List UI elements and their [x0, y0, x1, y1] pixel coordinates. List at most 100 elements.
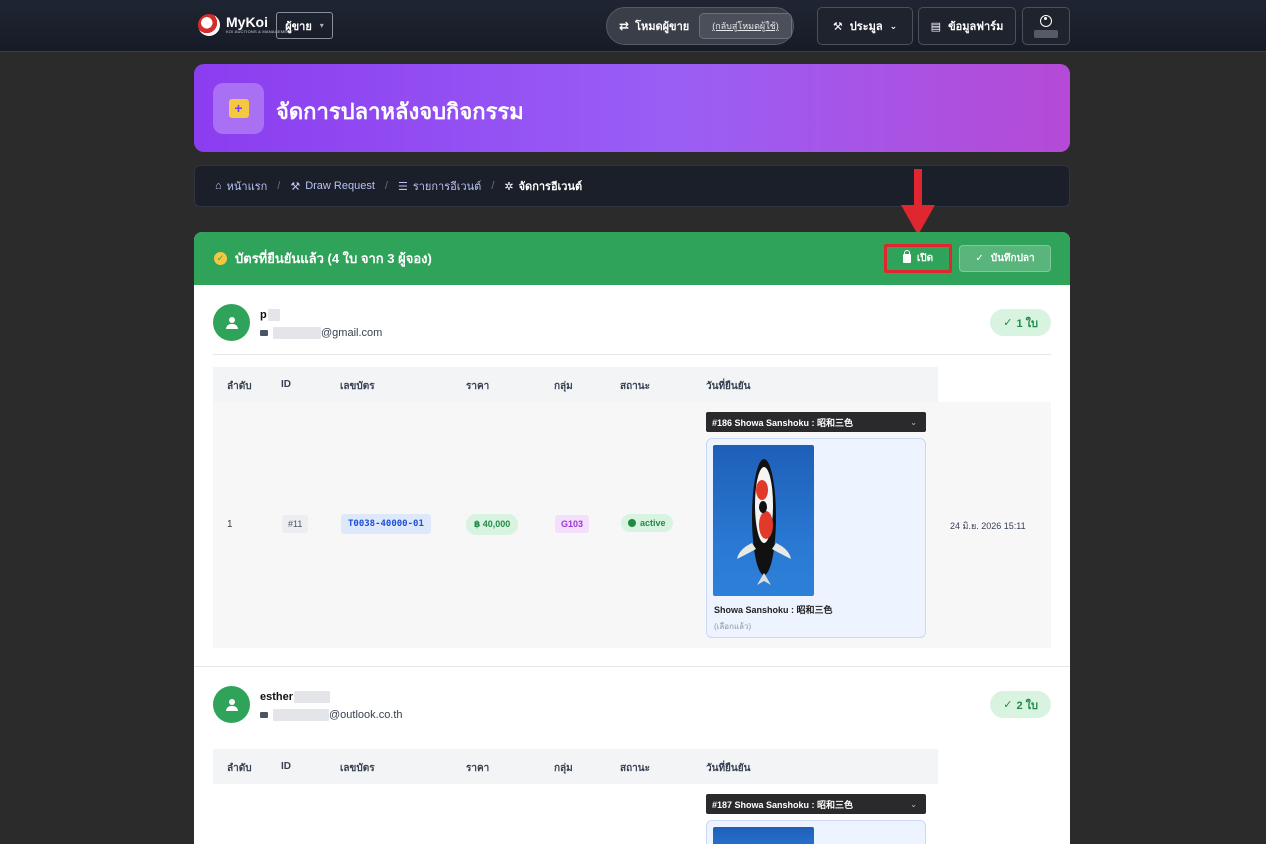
check-icon: ✓: [1003, 317, 1013, 329]
bidder-group: p @gmail.com ✓ 1 ใบ ลำดับ ID เลขบัตร ราค…: [213, 304, 1051, 648]
col-ticket: เลขบัตร: [340, 381, 375, 392]
bidder-name: esther: [260, 691, 331, 703]
koi-photo: [713, 827, 814, 844]
col-id: ID: [281, 379, 291, 390]
farm-info-label: ข้อมูลฟาร์ม: [948, 21, 1004, 33]
col-group: กลุ่ม: [554, 381, 573, 392]
ticket-count-badge: ✓ 1 ใบ: [990, 309, 1051, 336]
fish-select[interactable]: #187 Showa Sanshoku : 昭和三色 ⌄: [706, 794, 926, 814]
col-order: ลำดับ: [227, 381, 252, 392]
top-navbar: MyKoi KOI AUCTIONS & MANAGEMENT ผู้ขาย ▾…: [0, 0, 1266, 52]
selected-fish-card: Showa Sanshoku : 昭和三色 (เลือกแล้ว): [706, 438, 926, 638]
check-icon: ✓: [1003, 699, 1013, 711]
bidder-email: @outlook.co.th: [260, 709, 403, 721]
breadcrumb-separator: /: [277, 180, 281, 192]
check-circle-icon: [628, 519, 636, 527]
fish-select-value: #187 Showa Sanshoku : 昭和三色: [712, 799, 854, 810]
breadcrumb-home[interactable]: ⌂ หน้าแรก: [215, 177, 267, 195]
col-price: ราคา: [466, 763, 490, 774]
row-ticket-number: T0038-40000-01: [341, 514, 431, 534]
breadcrumb-event-list[interactable]: ☰ รายการอีเวนต์: [398, 177, 481, 195]
col-confirmed-date: วันที่ยืนยัน: [706, 763, 751, 774]
row-group: G103: [555, 515, 590, 533]
fish-select[interactable]: #186 Showa Sanshoku : 昭和三色 ⌄: [706, 412, 926, 432]
swap-icon: ⇄: [619, 19, 630, 33]
breadcrumb-draw-request-label: Draw Request: [305, 180, 375, 192]
row-id: #11: [282, 515, 309, 533]
ticket-count-label: 2 ใบ: [1016, 699, 1038, 712]
role-select-value: ผู้ขาย: [285, 20, 312, 33]
table-header: ลำดับ ID เลขบัตร ราคา กลุ่ม สถานะ วันที่…: [213, 749, 938, 784]
calendar-plus-icon: [213, 83, 264, 134]
divider: [213, 354, 1051, 355]
col-order: ลำดับ: [227, 763, 252, 774]
breadcrumb-draw-request[interactable]: ⚒ Draw Request: [290, 180, 375, 193]
fish-selected-state: (เลือกแล้ว): [714, 622, 752, 631]
card-title: บัตรที่ยืนยันแล้ว (4 ใบ จาก 3 ผู้จอง): [235, 251, 432, 266]
col-id: ID: [281, 761, 291, 772]
check-icon: ✓: [975, 253, 984, 264]
col-group: กลุ่ม: [554, 763, 573, 774]
redacted-name: [294, 691, 331, 703]
mode-label: โหมดผู้ขาย: [635, 21, 690, 33]
breadcrumb-current: ✲ จัดการอีเวนต์: [504, 177, 582, 195]
ticket-count-label: 1 ใบ: [1016, 317, 1038, 330]
lock-open-icon: [902, 250, 911, 263]
breadcrumb: ⌂ หน้าแรก / ⚒ Draw Request / ☰ รายการอีเ…: [194, 165, 1070, 207]
redacted-email: [273, 327, 321, 339]
breadcrumb-home-label: หน้าแรก: [226, 181, 268, 193]
koi-photo: [713, 445, 814, 596]
card-header: ✓ บัตรที่ยืนยันแล้ว (4 ใบ จาก 3 ผู้จอง) …: [194, 232, 1070, 285]
annotation-arrow-icon: [901, 169, 935, 235]
bidder-info: esther @outlook.co.th ✓ 2 ใบ: [213, 686, 1051, 738]
save-fish-button[interactable]: ✓ บันทึกปลา: [959, 245, 1051, 272]
warehouse-icon: ▤: [930, 20, 942, 33]
user-menu-button[interactable]: [1022, 7, 1070, 45]
redacted-name: [267, 309, 280, 321]
bidder-email: @gmail.com: [260, 327, 382, 339]
table-header: ลำดับ ID เลขบัตร ราคา กลุ่ม สถานะ วันที่…: [213, 367, 938, 402]
role-select[interactable]: ผู้ขาย ▾: [276, 12, 333, 39]
table-row: #187 Showa Sanshoku : 昭和三色 ⌄: [213, 784, 1051, 844]
chevron-down-icon: ⌄: [910, 417, 917, 427]
fish-select-value: #186 Showa Sanshoku : 昭和三色: [712, 417, 854, 428]
list-icon: ☰: [397, 180, 408, 193]
bidder-email-domain: @gmail.com: [321, 327, 383, 339]
breadcrumb-event-list-label: รายการอีเวนต์: [412, 181, 482, 193]
user-avatar-icon: [213, 686, 250, 723]
envelope-icon: [260, 330, 268, 336]
chevron-down-icon: ⌄: [889, 20, 898, 31]
koi-logo-icon: [196, 10, 222, 38]
gavel-icon: ⚒: [290, 180, 301, 193]
row-status: active: [621, 514, 673, 532]
bidder-name-text: p: [260, 309, 267, 321]
row-price: ฿ 40,000: [466, 514, 519, 535]
col-confirmed-date: วันที่ยืนยัน: [706, 381, 751, 392]
open-button-label: เปิด: [916, 253, 934, 264]
bidder-info: p @gmail.com ✓ 1 ใบ: [213, 304, 1051, 356]
selected-fish-card: [706, 820, 926, 844]
envelope-icon: [260, 712, 268, 718]
confirmed-tickets-card: ✓ บัตรที่ยืนยันแล้ว (4 ใบ จาก 3 ผู้จอง) …: [194, 232, 1070, 844]
store-icon: ⌂: [215, 180, 222, 192]
ticket-count-badge: ✓ 2 ใบ: [990, 691, 1051, 718]
breadcrumb-separator: /: [491, 180, 495, 192]
redacted-username: [1034, 29, 1058, 38]
bidder-group: esther @outlook.co.th ✓ 2 ใบ ลำดับ ID เล…: [213, 686, 1051, 844]
group-divider: [194, 666, 1070, 667]
bidder-name: p: [260, 309, 280, 321]
gear-icon: ✲: [504, 180, 514, 193]
page-header-banner: จัดการปลาหลังจบกิจกรรม: [194, 64, 1070, 152]
farm-info-button[interactable]: ▤ ข้อมูลฟาร์ม: [918, 7, 1016, 45]
open-button[interactable]: เปิด: [884, 244, 952, 273]
mode-indicator: ⇄ โหมดผู้ขาย (กลับสู่โหมดผู้ใช้): [606, 7, 794, 45]
col-ticket: เลขบัตร: [340, 763, 375, 774]
breadcrumb-separator: /: [384, 180, 388, 192]
row-status-label: active: [640, 518, 666, 528]
auction-menu-button[interactable]: ⚒ ประมูล ⌄: [817, 7, 913, 45]
switch-to-user-mode-button[interactable]: (กลับสู่โหมดผู้ใช้): [699, 13, 792, 39]
bidder-name-text: esther: [260, 691, 294, 703]
bidder-email-domain: @outlook.co.th: [329, 709, 403, 721]
col-price: ราคา: [466, 381, 490, 392]
breadcrumb-current-label: จัดการอีเวนต์: [518, 181, 583, 193]
